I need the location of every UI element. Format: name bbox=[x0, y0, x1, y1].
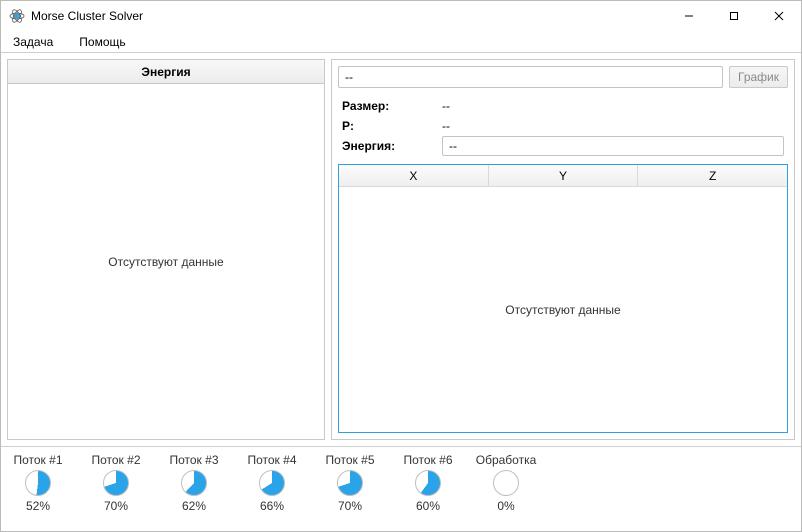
details-panel: График Размер: -- P: -- Энергия: X Y Z bbox=[331, 59, 795, 440]
coords-table: X Y Z Отсутствуют данные bbox=[338, 164, 788, 433]
thread-label: Поток #6 bbox=[403, 453, 452, 467]
thread-label: Поток #3 bbox=[169, 453, 218, 467]
thread-6: Поток #6 60% bbox=[401, 453, 455, 520]
app-icon bbox=[9, 8, 25, 24]
thread-7: Обработка0% bbox=[479, 453, 533, 520]
thread-percent: 52% bbox=[26, 499, 50, 513]
window-controls bbox=[666, 1, 801, 31]
progress-pie-icon bbox=[493, 470, 519, 496]
table-empty-text: Отсутствуют данные bbox=[505, 303, 620, 317]
size-value: -- bbox=[442, 99, 784, 113]
thread-percent: 70% bbox=[338, 499, 362, 513]
progress-pie-icon bbox=[337, 470, 363, 496]
thread-percent: 62% bbox=[182, 499, 206, 513]
thread-percent: 66% bbox=[260, 499, 284, 513]
progress-pie-icon bbox=[259, 470, 285, 496]
thread-label: Обработка bbox=[476, 453, 537, 467]
menubar: Задача Помощь bbox=[1, 31, 801, 53]
thread-percent: 60% bbox=[416, 499, 440, 513]
thread-1: Поток #1 52% bbox=[11, 453, 65, 520]
size-label: Размер: bbox=[342, 99, 442, 113]
progress-pie-icon bbox=[103, 470, 129, 496]
maximize-button[interactable] bbox=[711, 1, 756, 31]
menu-task[interactable]: Задача bbox=[7, 33, 59, 51]
thread-label: Поток #1 bbox=[13, 453, 62, 467]
thread-3: Поток #3 62% bbox=[167, 453, 221, 520]
energy-input[interactable] bbox=[442, 136, 784, 156]
progress-pie-icon bbox=[25, 470, 51, 496]
col-z[interactable]: Z bbox=[638, 165, 787, 187]
thread-label: Поток #2 bbox=[91, 453, 140, 467]
thread-label: Поток #4 bbox=[247, 453, 296, 467]
energy-label: Энергия: bbox=[342, 139, 442, 153]
energy-list[interactable]: Отсутствуют данные bbox=[8, 84, 324, 439]
thread-percent: 70% bbox=[104, 499, 128, 513]
minimize-button[interactable] bbox=[666, 1, 711, 31]
col-x[interactable]: X bbox=[339, 165, 489, 187]
energy-panel: Энергия Отсутствуют данные bbox=[7, 59, 325, 440]
thread-4: Поток #4 66% bbox=[245, 453, 299, 520]
menu-help[interactable]: Помощь bbox=[73, 33, 131, 51]
titlebar: Morse Cluster Solver bbox=[1, 1, 801, 31]
selection-input[interactable] bbox=[338, 66, 723, 88]
window-title: Morse Cluster Solver bbox=[31, 9, 666, 23]
table-header: X Y Z bbox=[339, 165, 787, 187]
thread-2: Поток #2 70% bbox=[89, 453, 143, 520]
threads-footer: Поток #152%Поток #270%Поток #362%Поток #… bbox=[1, 446, 801, 524]
thread-5: Поток #5 70% bbox=[323, 453, 377, 520]
p-value: -- bbox=[442, 119, 784, 133]
close-button[interactable] bbox=[756, 1, 801, 31]
content: Энергия Отсутствуют данные График Размер… bbox=[1, 53, 801, 446]
energy-panel-header: Энергия bbox=[8, 60, 324, 84]
energy-empty-text: Отсутствуют данные bbox=[108, 255, 223, 269]
graph-button[interactable]: График bbox=[729, 66, 788, 88]
table-body[interactable]: Отсутствуют данные bbox=[339, 187, 787, 432]
thread-percent: 0% bbox=[497, 499, 514, 513]
progress-pie-icon bbox=[415, 470, 441, 496]
col-y[interactable]: Y bbox=[489, 165, 639, 187]
thread-label: Поток #5 bbox=[325, 453, 374, 467]
progress-pie-icon bbox=[181, 470, 207, 496]
p-label: P: bbox=[342, 119, 442, 133]
